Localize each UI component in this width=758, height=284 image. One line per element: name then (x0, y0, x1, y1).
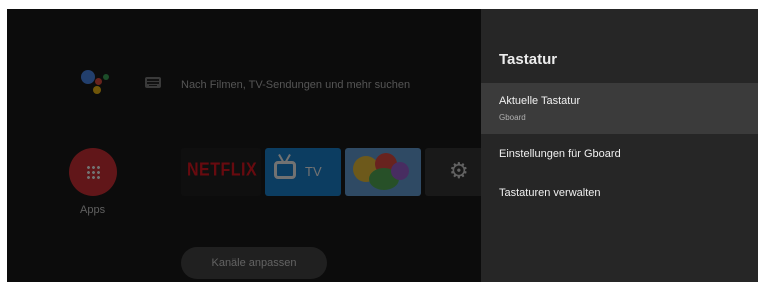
menu-item-current-keyboard[interactable]: Aktuelle Tastatur Gboard (481, 83, 758, 134)
settings-tile[interactable]: ⚙ (425, 148, 481, 196)
menu-item-label: Einstellungen für Gboard (499, 148, 621, 160)
apps-grid-icon (86, 165, 100, 179)
keyboard-settings-panel: Tastatur Aktuelle Tastatur Gboard Einste… (481, 9, 758, 282)
search-placeholder[interactable]: Nach Filmen, TV-Sendungen und mehr suche… (181, 79, 410, 91)
tv-home-screen: Nach Filmen, TV-Sendungen und mehr suche… (7, 9, 481, 282)
menu-item-label: Tastaturen verwalten (499, 187, 601, 199)
customize-channels-button[interactable]: Kanäle anpassen (181, 247, 327, 279)
panel-title: Tastatur (499, 51, 558, 68)
netflix-tile[interactable]: NETFLIX (181, 148, 261, 196)
games-tile[interactable] (345, 148, 421, 196)
menu-item-label: Aktuelle Tastatur (499, 95, 581, 107)
menu-item-gboard-settings[interactable]: Einstellungen für Gboard (481, 134, 758, 172)
tv-tile-label: TV (305, 164, 322, 179)
google-assistant-icon[interactable] (79, 68, 113, 96)
keyboard-icon[interactable] (145, 77, 161, 88)
apps-button[interactable] (69, 148, 117, 196)
screen: Nach Filmen, TV-Sendungen und mehr suche… (0, 0, 758, 284)
gear-icon: ⚙ (449, 158, 469, 183)
tv-icon (274, 161, 296, 179)
netflix-logo: NETFLIX (187, 160, 258, 181)
menu-item-manage-keyboards[interactable]: Tastaturen verwalten (481, 172, 758, 210)
apps-label: Apps (80, 204, 106, 216)
menu-item-sublabel: Gboard (499, 113, 526, 122)
tv-tile[interactable]: TV (265, 148, 341, 196)
